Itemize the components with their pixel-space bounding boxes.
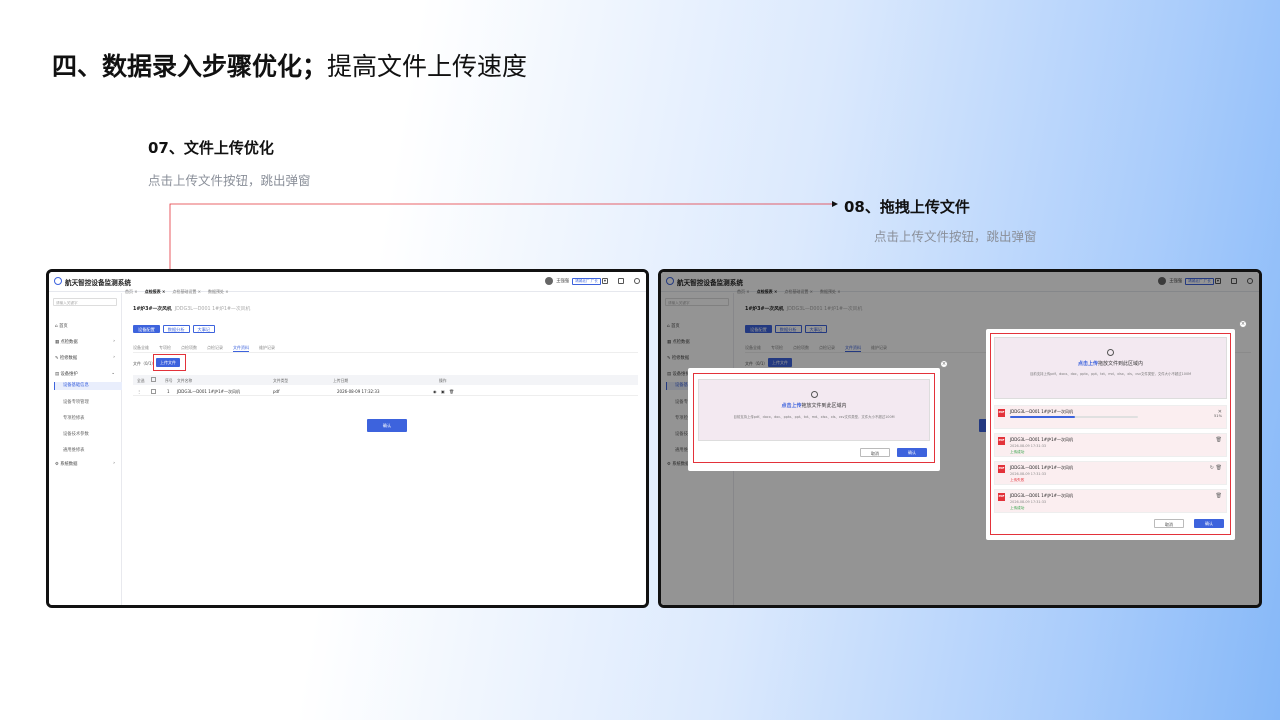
subtab-special[interactable]: 专项检 <box>159 345 171 352</box>
sidebar-item-general[interactable]: 通用维修表 <box>63 447 125 453</box>
delete-icon[interactable]: 🗑 <box>1216 493 1222 499</box>
sidebar-item-special-table[interactable]: 专项检修表 <box>63 415 125 421</box>
device-config-button[interactable]: 设备配置 <box>133 325 160 333</box>
click-upload-link[interactable]: 点击上传 <box>1078 361 1098 367</box>
upload-progress-bar <box>1010 416 1138 418</box>
supported-types-note: 目前支持上传pdf、docx、doc、pptx、ppt、txt、md、xlsx、… <box>733 415 895 419</box>
supported-types-note: 目前支持上传pdf、docx、doc、pptx、ppt、txt、md、xlsx、… <box>1029 372 1192 376</box>
sidebar-item-inspection[interactable]: ▦ 点检数据 › <box>55 339 117 345</box>
drop-zone[interactable]: 点击上传拖放文件到此区域内 目前支持上传pdf、docx、doc、pptx、pp… <box>698 379 930 441</box>
cancel-upload-icon[interactable]: ✕ <box>1218 409 1222 415</box>
pdf-icon: PDF <box>998 493 1005 501</box>
avatar <box>545 277 554 285</box>
user-name: 王强强 <box>556 279 570 284</box>
table-header: 全选 序号 文件名称 文件类型 上传日期 操作 <box>133 375 638 385</box>
screen-left: 航天智控设备监测系统 首页 × 点检报表 × 点检基础设置 × 数据预处 × 王… <box>46 269 649 608</box>
pdf-icon: PDF <box>998 465 1005 473</box>
step07-heading: 07、文件上传优化 <box>148 139 274 157</box>
title-bold: 四、数据录入步骤优化； <box>52 52 328 81</box>
breadcrumb: 1#炉3#一次风机 JDDG3L—D001 1#炉1#一次风机 <box>133 307 251 312</box>
drop-zone[interactable]: 点击上传拖放文件到此区域内 目前支持上传pdf、docx、doc、pptx、pp… <box>994 337 1227 399</box>
message-icon[interactable] <box>618 278 624 284</box>
app-logo-icon <box>54 277 62 285</box>
sidebar-item-home[interactable]: ⌂ 首页 <box>55 323 117 329</box>
sidebar-search-input[interactable]: 请输入关键字 <box>53 298 117 306</box>
pdf-icon: PDF <box>998 409 1005 417</box>
delete-icon[interactable]: 🗑 <box>1216 437 1222 443</box>
delete-icon[interactable]: 🗑 <box>1216 465 1222 471</box>
subtab-items[interactable]: 点检项数 <box>181 345 197 352</box>
data-analysis-button[interactable]: 数据分析 <box>162 325 190 333</box>
page-title: 四、数据录入步骤优化；提高文件上传速度 <box>52 50 527 84</box>
cloud-upload-icon <box>810 391 818 398</box>
sidebar: 请输入关键字 ⌂ 首页 ▦ 点检数据 › ✎ 检修数据 › ▤ 设备维护 ⌄ 设备基础… <box>49 293 122 605</box>
click-upload-link[interactable]: 点击上传 <box>781 403 801 409</box>
app-topbar: 航天智控设备监测系统 首页 × 点检报表 × 点检基础设置 × 数据预处 × 王… <box>49 272 646 294</box>
sidebar-item-params[interactable]: 设备技术参数 <box>63 431 125 437</box>
close-icon[interactable]: × <box>940 360 948 368</box>
app-name: 航天智控设备监测系统 <box>65 279 131 287</box>
title-normal: 提高文件上传速度 <box>327 52 528 81</box>
delete-icon[interactable]: 🗑 <box>449 389 454 394</box>
table-row: ⋮ 1 JDDG3L—D001 1#炉1#一次风机 pdf 2026-08-09… <box>133 386 638 396</box>
select-all-checkbox[interactable] <box>151 377 156 382</box>
file-item-success: PDF JDDG3L—D001 1#炉1#一次风机 2026-08-09 17:… <box>994 489 1227 513</box>
view-icon[interactable]: ◉ <box>433 389 437 394</box>
status-failed: 上传失败 <box>1010 478 1025 482</box>
upload-modal-small: 点击上传拖放文件到此区域内 目前支持上传pdf、docx、doc、pptx、pp… <box>688 368 940 471</box>
file-item-uploading: PDF JDDG3L—D001 1#炉1#一次风机 51% ✕ <box>994 405 1227 429</box>
bell-icon[interactable] <box>602 278 608 284</box>
retry-icon[interactable]: ↻ <box>1210 465 1214 471</box>
sidebar-item-repair[interactable]: ✎ 检修数据 › <box>55 355 117 361</box>
screen-right: 航天智控设备监测系统 首页 × 点检报表 × 点检基础设置 × 数据预处 × 王… <box>658 269 1262 608</box>
ok-button[interactable]: 确认 <box>897 448 927 457</box>
events-button[interactable]: 大事记 <box>192 325 216 333</box>
upload-modal-large: 点击上传拖放文件到此区域内 目前支持上传pdf、docx、doc、pptx、pp… <box>986 329 1235 540</box>
status-success: 上传成功 <box>1010 506 1025 510</box>
confirm-button[interactable]: 确认 <box>367 419 407 432</box>
user-menu[interactable]: 王强强 靖城北厂 厂长 ▾ <box>545 277 606 285</box>
sidebar-item-special[interactable]: 设备专项管理 <box>63 399 125 405</box>
subtab-files[interactable]: 文件资料 <box>233 345 249 352</box>
sidebar-item-maintain[interactable]: ▤ 设备维护 ⌄ <box>55 371 117 377</box>
pdf-icon: PDF <box>998 437 1005 445</box>
step07-sub: 点击上传文件按钮，跳出弹窗 <box>148 173 311 188</box>
upload-highlight <box>153 354 186 371</box>
download-icon[interactable]: ▣ <box>441 389 445 394</box>
cloud-upload-icon <box>1107 349 1114 356</box>
sub-tabs: 设备全维 专项检 点检项数 点检记录 文件资料 维护记录 <box>133 345 638 353</box>
row-checkbox[interactable] <box>151 388 156 394</box>
user-role-badge: 靖城北厂 厂长 <box>572 277 601 285</box>
status-success: 上传成功 <box>1010 450 1025 454</box>
cancel-button[interactable]: 取消 <box>860 448 890 457</box>
step08-sub: 点击上传文件按钮，跳出弹窗 <box>874 229 1037 244</box>
cancel-button[interactable]: 取消 <box>1154 519 1184 528</box>
close-icon[interactable]: × <box>1239 320 1247 328</box>
subtab-records[interactable]: 点检记录 <box>207 345 223 352</box>
sidebar-item-device-info[interactable]: 设备基础信息 <box>54 382 122 390</box>
ok-button[interactable]: 确认 <box>1194 519 1224 528</box>
sidebar-item-system[interactable]: ⚙ 系统数据 › <box>55 461 117 467</box>
file-item-success: PDF JDDG3L—D001 1#炉1#一次风机 2026-08-09 17:… <box>994 433 1227 457</box>
main-content: 1#炉3#一次风机 JDDG3L—D001 1#炉1#一次风机 设备配置 数据分析… <box>125 293 646 605</box>
subtab-maintain[interactable]: 维护记录 <box>259 345 275 352</box>
step08-heading: 08、拖拽上传文件 <box>844 198 970 216</box>
subtab-all[interactable]: 设备全维 <box>133 345 149 352</box>
file-item-failed: PDF JDDG3L—D001 1#炉1#一次风机 2026-08-09 17:… <box>994 461 1227 485</box>
search-icon[interactable] <box>634 278 640 284</box>
drag-handle-icon[interactable]: ⋮ <box>137 389 141 394</box>
